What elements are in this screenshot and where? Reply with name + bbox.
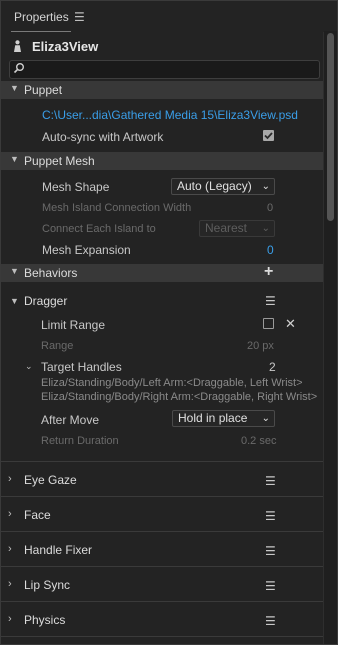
panel-title[interactable]: Properties [14,10,69,24]
after-move-dropdown[interactable]: Hold in place ⌄ [172,410,275,427]
hamburger-menu-icon[interactable]: ☰ [265,579,276,593]
range-label: Range [41,340,74,352]
behavior-label[interactable]: Face [24,508,51,522]
section-label-puppet: Puppet [24,83,63,97]
target-handles-count: 2 [269,360,276,374]
after-move-value: Hold in place [178,411,248,425]
behavior-label[interactable]: Eye Gaze [24,473,77,487]
behavior-dragger-label[interactable]: Dragger [24,294,67,308]
mesh-expansion-label: Mesh Expansion [42,243,131,257]
puppet-file-link[interactable]: C:\User...dia\Gathered Media 15\Eliza3Vi… [42,108,298,122]
chevron-right-icon[interactable]: › [8,613,12,625]
behavior-label[interactable]: Physics [24,613,65,627]
hamburger-menu-icon[interactable]: ☰ [265,294,276,308]
chevron-right-icon[interactable]: › [8,473,12,485]
checkmark-icon [264,132,273,140]
mesh-shape-label: Mesh Shape [42,180,110,194]
after-move-label: After Move [41,413,100,427]
island-width-value[interactable]: 0 [267,202,273,214]
scrollbar-thumb[interactable] [327,33,334,221]
behavior-label[interactable]: Lip Sync [24,578,70,592]
range-value[interactable]: 20 px [247,340,274,352]
limit-range-label: Limit Range [41,318,106,332]
limit-range-checkbox[interactable] [263,318,274,329]
mesh-shape-value: Auto (Legacy) [177,179,252,193]
chevron-right-icon[interactable]: › [8,578,12,590]
puppet-person-icon [14,40,21,52]
connect-island-dropdown[interactable]: Nearest ⌄ [199,220,275,237]
chevron-down-icon: ⌄ [261,181,270,192]
divider [1,636,323,637]
active-tab-underline [11,31,71,32]
section-label-puppet-mesh: Puppet Mesh [24,154,95,168]
chevron-right-icon[interactable]: › [8,508,12,520]
return-duration-value[interactable]: 0.2 sec [241,435,276,447]
chevron-down-icon[interactable]: ▼ [10,83,19,93]
properties-panel: Properties ☰ Eliza3View ▼ Puppet C:\User… [0,0,338,645]
island-width-label: Mesh Island Connection Width [42,202,192,214]
chevron-down-icon[interactable]: ⌄ [25,361,33,372]
chevron-down-icon[interactable]: ▼ [10,296,19,306]
chevron-right-icon[interactable]: › [8,543,12,555]
search-input[interactable] [9,60,320,79]
target-handle-item: Eliza/Standing/Body/Left Arm:<Draggable,… [41,377,303,389]
return-duration-label: Return Duration [41,435,119,447]
close-icon[interactable]: ✕ [285,316,296,332]
chevron-down-icon[interactable]: ▼ [10,154,19,164]
hamburger-menu-icon[interactable]: ☰ [265,544,276,558]
hamburger-menu-icon[interactable]: ☰ [265,614,276,628]
hamburger-menu-icon[interactable]: ☰ [265,474,276,488]
target-handles-label: Target Handles [41,360,122,374]
chevron-down-icon[interactable]: ▼ [10,266,19,276]
section-label-behaviors: Behaviors [24,266,78,280]
mesh-expansion-value[interactable]: 0 [267,243,274,257]
chevron-down-icon: ⌄ [261,413,270,424]
target-handle-item: Eliza/Standing/Body/Right Arm:<Draggable… [41,391,318,403]
autosync-label: Auto-sync with Artwork [42,130,164,144]
object-name: Eliza3View [32,39,99,54]
connect-island-value: Nearest [205,221,248,235]
autosync-checkbox[interactable] [263,130,274,141]
mesh-shape-dropdown[interactable]: Auto (Legacy) ⌄ [171,178,275,195]
chevron-down-icon: ⌄ [261,223,270,234]
hamburger-menu-icon[interactable]: ☰ [265,509,276,523]
connect-island-label: Connect Each Island to [42,223,156,235]
search-icon [13,63,24,74]
behavior-label[interactable]: Handle Fixer [24,543,92,557]
plus-icon[interactable]: + [264,263,273,281]
hamburger-menu-icon[interactable]: ☰ [74,10,85,24]
